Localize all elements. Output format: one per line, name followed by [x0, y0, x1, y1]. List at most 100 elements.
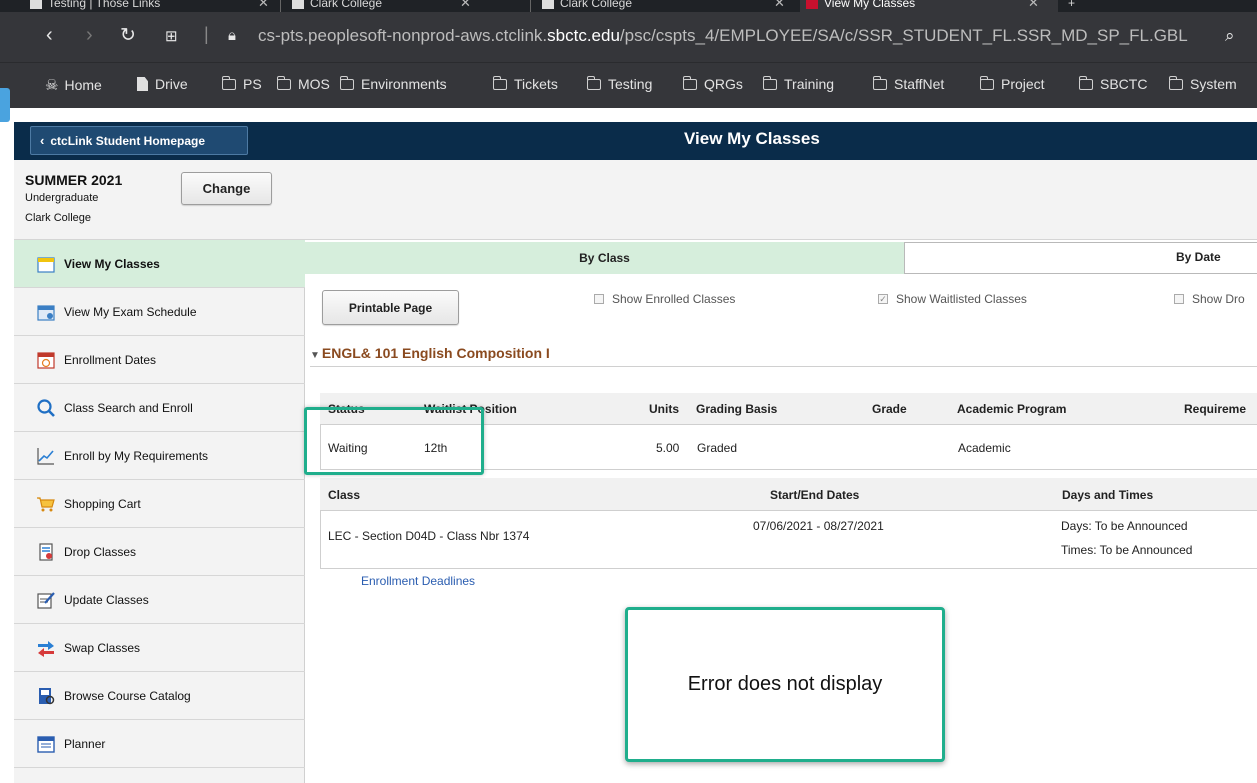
new-tab-icon[interactable]: + — [1068, 0, 1075, 12]
drop-list-icon — [39, 542, 53, 561]
sidebar-item-label: Update Classes — [64, 592, 149, 607]
col-units: Units — [649, 402, 679, 416]
course-title[interactable]: ▼ ENGL& 101 English Composition I — [310, 345, 550, 361]
highlight-box — [304, 407, 484, 475]
back-icon[interactable]: ‹ — [46, 24, 53, 47]
sidebar-item-label: Planner — [64, 736, 106, 751]
url-field[interactable]: cs-pts.peoplesoft-nonprod-aws.ctclink.sb… — [258, 26, 1188, 46]
bookmark-staffnet[interactable]: StaffNet — [872, 75, 944, 92]
annotation-callout: Error does not display — [625, 607, 945, 762]
sidebar-item-shopping-cart[interactable]: Shopping Cart — [14, 480, 305, 528]
sidebar-item-enroll-by-my-requirements[interactable]: Enroll by My Requirements — [14, 432, 305, 480]
sidebar-item-label: Enrollment Dates — [64, 352, 157, 367]
tab-by-date[interactable]: By Date — [1176, 250, 1221, 264]
bookmark-tickets[interactable]: Tickets — [492, 75, 558, 92]
enrollment-deadlines-link[interactable]: Enrollment Deadlines — [361, 574, 475, 588]
clock-calendar-icon — [37, 351, 55, 369]
col-grade: Grade — [872, 402, 907, 416]
calendar-icon — [37, 256, 55, 273]
apps-grid-icon[interactable]: ⊞ — [165, 27, 178, 45]
sidebar-item-class-search-and-enroll[interactable]: Class Search and Enroll — [14, 384, 305, 432]
url-prefix: cs-pts.peoplesoft-nonprod-aws.ctclink. — [258, 26, 548, 45]
tab-label: Testing | Those Links — [48, 0, 161, 10]
bookmark-label: Drive — [155, 76, 188, 92]
bookmark-label: Tickets — [514, 76, 558, 92]
cart-icon — [37, 496, 55, 511]
close-icon[interactable]: ✕ — [258, 0, 269, 11]
bookmark-testing[interactable]: Testing — [586, 75, 653, 92]
folder-icon — [762, 75, 777, 90]
col-academic-program: Academic Program — [957, 402, 1067, 416]
bookmark-mos[interactable]: MOS — [276, 75, 330, 92]
sidebar-item-planner[interactable]: Planner — [14, 720, 305, 768]
bookmark-label: Project — [1001, 76, 1045, 92]
checkbox-label: Show Enrolled Classes — [612, 292, 736, 306]
folder-icon — [1168, 75, 1183, 90]
bookmark-label: System — [1190, 76, 1237, 92]
change-term-button[interactable]: Change — [181, 172, 272, 205]
bookmark-sbctc[interactable]: SBCTC — [1078, 75, 1148, 92]
forward-icon[interactable]: › — [86, 24, 93, 47]
chart-line-icon — [37, 447, 54, 465]
skull-icon: ☠ — [45, 77, 59, 94]
sidebar-item-swap-classes[interactable]: Swap Classes — [14, 624, 305, 672]
close-icon[interactable]: ✕ — [1028, 0, 1039, 11]
printable-page-button[interactable]: Printable Page — [322, 290, 459, 325]
bookmark-environments[interactable]: Environments — [339, 75, 447, 92]
close-icon[interactable]: ✕ — [774, 0, 785, 11]
sidebar-item-view-my-exam-schedule[interactable]: View My Exam Schedule — [14, 288, 305, 336]
bookmark-label: MOS — [298, 76, 330, 92]
close-icon[interactable]: ✕ — [460, 0, 471, 11]
bookmark-project[interactable]: Project — [979, 75, 1045, 92]
reload-icon[interactable]: ↻ — [120, 24, 136, 47]
tab-favicon-icon — [30, 0, 42, 9]
sidebar-item-browse-course-catalog[interactable]: Browse Course Catalog — [14, 672, 305, 720]
checkbox-box[interactable] — [1174, 294, 1184, 304]
url-path: /psc/cspts_4/EMPLOYEE/SA/c/SSR_STUDENT_F… — [619, 26, 1188, 45]
sidebar-item-update-classes[interactable]: Update Classes — [14, 576, 305, 624]
show-enrolled-checkbox[interactable]: Show Enrolled Classes — [594, 292, 735, 306]
bookmark-home[interactable]: ☠ Home — [45, 76, 102, 94]
tab-by-class[interactable]: By Class — [305, 242, 905, 274]
sidebar-item-enrollment-dates[interactable]: Enrollment Dates — [14, 336, 305, 384]
bookmark-label: Testing — [608, 76, 653, 92]
browser-tab[interactable]: Clark College ✕ — [542, 0, 785, 12]
checkbox-box[interactable] — [594, 294, 604, 304]
bookmark-label: Training — [784, 76, 835, 92]
browser-tab[interactable]: Testing | Those Links ✕ — [30, 0, 275, 12]
col-grading-basis: Grading Basis — [696, 402, 778, 416]
bookmark-ps[interactable]: PS — [221, 75, 262, 92]
tab-favicon-icon — [542, 0, 554, 9]
bookmark-system[interactable]: System — [1168, 75, 1237, 92]
sidebar-item-label: Browse Course Catalog — [64, 688, 191, 703]
show-waitlisted-checkbox[interactable]: ✓ Show Waitlisted Classes — [878, 292, 1027, 306]
folder-icon — [221, 75, 236, 90]
show-dropped-checkbox[interactable]: Show Dro — [1174, 292, 1245, 306]
collapse-triangle-icon[interactable]: ▼ — [310, 350, 320, 361]
bookmark-drive[interactable]: Drive — [137, 76, 188, 92]
tab-label: View My Classes — [824, 0, 916, 10]
checkbox-label: Show Waitlisted Classes — [896, 292, 1027, 306]
col-requirement: Requireme — [1184, 402, 1247, 416]
student-homepage-button[interactable]: ‹ ctcLink Student Homepage — [30, 126, 248, 155]
bookmark-training[interactable]: Training — [762, 75, 835, 92]
bookmark-qrgs[interactable]: QRGs — [682, 75, 743, 92]
sidebar-item-view-my-classes[interactable]: View My Classes — [14, 240, 305, 288]
folder-icon — [586, 75, 601, 90]
edit-icon — [37, 591, 55, 609]
search-icon[interactable]: ⌕ — [1225, 26, 1235, 46]
swap-icon — [38, 640, 54, 657]
folder-icon — [339, 75, 354, 90]
browser-tab[interactable]: Clark College ✕ — [292, 0, 532, 12]
bookmark-label: Home — [64, 77, 102, 93]
checkbox-box-checked[interactable]: ✓ — [878, 294, 888, 304]
checkbox-label: Show Dro — [1192, 292, 1245, 306]
sidebar-item-drop-classes[interactable]: Drop Classes — [14, 528, 305, 576]
bookmark-label: SBCTC — [1100, 76, 1148, 92]
bookmark-label: PS — [243, 76, 262, 92]
chevron-left-icon: ‹ — [40, 133, 45, 148]
lock-icon[interactable]: 🔒︎ — [228, 27, 236, 44]
browser-tab-active[interactable]: View My Classes ✕ — [800, 0, 1058, 12]
col-class: Class — [328, 488, 361, 502]
cell-academic-program: Academic — [958, 441, 1011, 455]
